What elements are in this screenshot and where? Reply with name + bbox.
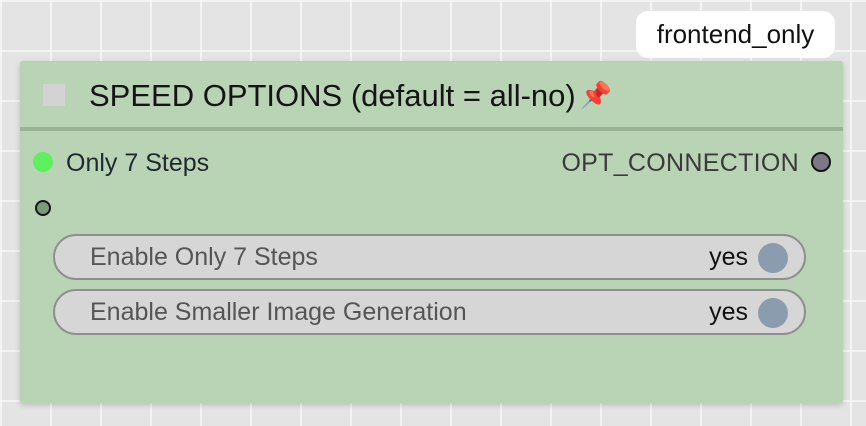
toggle-value: yes [709,298,748,326]
toggle-label: Enable Only 7 Steps [90,243,318,271]
node-title-text: SPEED OPTIONS (default = all-no) [89,78,576,113]
pushpin-icon[interactable]: 📌 [580,75,612,115]
input-slot-unconnected[interactable] [35,200,51,216]
node-title: SPEED OPTIONS (default = all-no) 📌 [89,75,612,116]
output-label-opt-connection: OPT_CONNECTION [561,149,799,177]
collapse-toggle-icon[interactable] [43,84,65,106]
toggle-enable-smaller-image-generation[interactable]: Enable Smaller Image Generation yes [53,289,806,335]
speed-options-node[interactable]: SPEED OPTIONS (default = all-no) 📌 Only 7… [20,61,843,403]
toggle-value: yes [709,243,748,271]
frontend-only-badge: frontend_only [636,11,835,58]
output-slot-opt-connection[interactable] [811,152,831,172]
toggle-label: Enable Smaller Image Generation [90,298,467,326]
toggle-enable-only-7-steps[interactable]: Enable Only 7 Steps yes [53,234,806,280]
toggle-knob-icon[interactable] [758,298,788,328]
node-header[interactable]: SPEED OPTIONS (default = all-no) 📌 [20,61,843,131]
input-slot-only-7-steps[interactable] [33,152,53,172]
input-label-only-7-steps: Only 7 Steps [66,149,210,177]
toggle-knob-icon[interactable] [758,243,788,273]
